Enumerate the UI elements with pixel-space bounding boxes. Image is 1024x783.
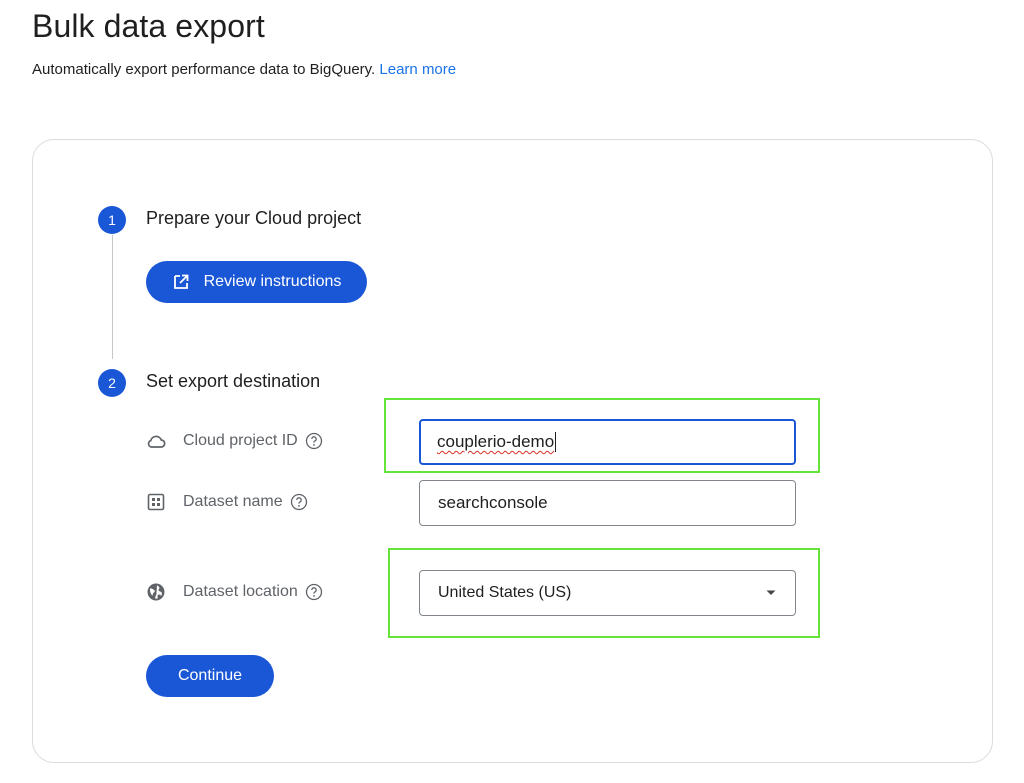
learn-more-link[interactable]: Learn more [379, 61, 456, 78]
help-icon[interactable] [290, 493, 308, 511]
dataset-location-select[interactable]: United States (US) [419, 570, 796, 616]
cloud-icon [146, 431, 166, 451]
review-instructions-label: Review instructions [203, 273, 342, 290]
dataset-location-label: Dataset location [146, 582, 323, 602]
step-2-title: Set export destination [146, 371, 321, 391]
dataset-location-value: United States (US) [438, 584, 572, 601]
cloud-project-id-value-wrap: couplerio-demo [437, 430, 557, 454]
continue-button[interactable]: Continue [146, 655, 274, 697]
step-1-number: 1 [98, 206, 126, 234]
dropdown-arrow-icon [765, 589, 777, 597]
globe-icon [146, 582, 166, 602]
cloud-project-id-label: Cloud project ID [146, 431, 323, 451]
help-icon[interactable] [305, 583, 323, 601]
cloud-project-id-text: Cloud project ID [183, 432, 298, 449]
dataset-name-text: Dataset name [183, 493, 283, 510]
page-title: Bulk data export [32, 8, 265, 44]
cloud-project-id-value: couplerio-demo [437, 432, 555, 451]
step-connector-line [112, 235, 113, 359]
review-instructions-button[interactable]: Review instructions [146, 261, 367, 303]
dataset-location-text: Dataset location [183, 583, 298, 600]
open-in-new-icon [172, 273, 190, 291]
step-1-title: Prepare your Cloud project [146, 208, 362, 228]
dataset-name-input[interactable] [419, 480, 796, 526]
text-caret [555, 432, 557, 452]
step-2-number: 2 [98, 369, 126, 397]
help-icon[interactable] [305, 432, 323, 450]
page-subtitle: Automatically export performance data to… [32, 61, 456, 78]
dataset-grid-icon [146, 492, 166, 512]
dataset-name-label: Dataset name [146, 492, 308, 512]
page-subtitle-text: Automatically export performance data to… [32, 61, 376, 78]
